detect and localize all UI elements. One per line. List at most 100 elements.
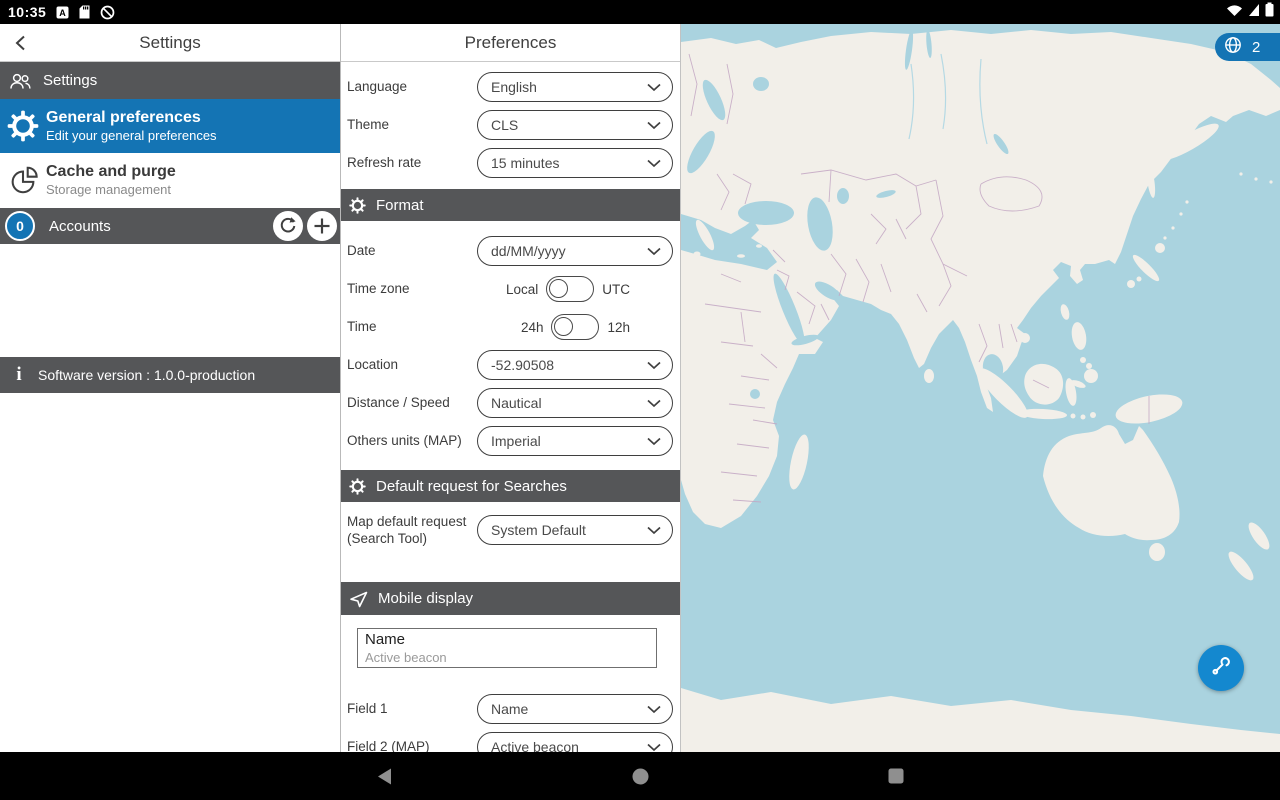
refresh-accounts-button[interactable] (273, 211, 303, 241)
distance-speed-label: Distance / Speed (347, 395, 477, 412)
gear-icon (349, 197, 366, 214)
layers-button[interactable]: 2 (1215, 33, 1280, 61)
preview-line1: Name (365, 631, 649, 650)
row-time-zone: Time zone Local UTC (341, 270, 680, 308)
theme-label: Theme (347, 117, 477, 134)
nav-back-button[interactable] (320, 768, 448, 785)
chevron-down-icon (647, 705, 661, 714)
chevron-down-icon (647, 83, 661, 92)
info-icon: i (0, 364, 38, 386)
settings-section-header: Settings (0, 62, 340, 99)
sidebar-item-general-preferences[interactable]: General preferences Edit your general pr… (0, 99, 340, 153)
app-window: Settings Settings (0, 24, 1280, 752)
nav-home-button[interactable] (576, 768, 704, 785)
sidebar-item-cache-and-purge[interactable]: Cache and purge Storage management (0, 153, 340, 207)
location-select[interactable]: -52.90508 (477, 350, 673, 380)
a-box-icon: A (56, 6, 69, 19)
distance-speed-value: Nautical (491, 395, 647, 411)
chevron-down-icon (647, 159, 661, 168)
add-account-button[interactable] (307, 211, 337, 241)
format-section-label: Format (376, 197, 424, 214)
item-subtitle: Storage management (46, 182, 176, 198)
time-zone-toggle[interactable] (546, 276, 594, 302)
globe-icon (1224, 36, 1242, 59)
other-units-label: Others units (MAP) (347, 433, 477, 450)
clock: 10:35 (8, 4, 46, 20)
refresh-rate-value: 15 minutes (491, 155, 647, 171)
preferences-title: Preferences (465, 33, 557, 53)
default-request-section-label: Default request for Searches (376, 478, 567, 495)
tools-fab[interactable] (1198, 645, 1244, 691)
row-theme: Theme CLS (341, 106, 680, 144)
do-not-disturb-icon (100, 5, 115, 20)
mobile-display-preview: Name Active beacon (357, 628, 657, 668)
field2-value: Active beacon (491, 739, 647, 752)
format-section-header: Format (341, 189, 680, 221)
software-version-bar: i Software version : 1.0.0-production (0, 357, 340, 393)
date-label: Date (347, 243, 477, 260)
row-map-default-request: Map default request (Search Tool) System… (341, 512, 680, 582)
language-value: English (491, 79, 647, 95)
layers-count: 2 (1252, 39, 1260, 56)
android-nav-bar (0, 752, 1280, 800)
settings-panel: Settings Settings (0, 24, 341, 752)
time-right-option: 12h (607, 320, 630, 335)
location-value: -52.90508 (491, 357, 647, 373)
map-tasmania (1149, 543, 1165, 561)
refresh-rate-select[interactable]: 15 minutes (477, 148, 673, 178)
mobile-display-section-label: Mobile display (378, 590, 473, 607)
time-format-toggle[interactable] (551, 314, 599, 340)
row-language: Language English (341, 68, 680, 106)
distance-speed-select[interactable]: Nautical (477, 388, 673, 418)
chevron-down-icon (647, 437, 661, 446)
language-select[interactable]: English (477, 72, 673, 102)
item-title: Cache and purge (46, 162, 176, 182)
refresh-rate-label: Refresh rate (347, 155, 477, 172)
status-bar: 10:35 A (0, 0, 1280, 24)
toggle-knob (549, 279, 568, 298)
nav-recents-button[interactable] (832, 768, 960, 785)
time-zone-left-option: Local (506, 282, 538, 297)
item-title: General preferences (46, 108, 217, 128)
mobile-display-section-header: Mobile display (341, 582, 680, 615)
sd-card-icon (79, 5, 90, 19)
preview-line2: Active beacon (365, 650, 649, 667)
field1-label: Field 1 (347, 701, 477, 718)
field2-select[interactable]: Active beacon (477, 732, 673, 752)
theme-value: CLS (491, 117, 647, 133)
settings-header: Settings (0, 24, 340, 62)
time-left-option: 24h (521, 320, 544, 335)
other-units-value: Imperial (491, 433, 647, 449)
field1-value: Name (491, 701, 647, 717)
wifi-icon (1226, 2, 1243, 22)
date-format-select[interactable]: dd/MM/yyyy (477, 236, 673, 266)
chevron-down-icon (647, 743, 661, 752)
wrench-icon (1209, 654, 1233, 683)
field1-select[interactable]: Name (477, 694, 673, 724)
language-label: Language (347, 79, 477, 96)
accounts-section-header: 0 Accounts (0, 208, 340, 244)
map[interactable]: 2 (681, 24, 1280, 752)
row-other-units: Others units (MAP) Imperial (341, 422, 680, 460)
item-subtitle: Edit your general preferences (46, 128, 217, 144)
row-location: Location -52.90508 (341, 346, 680, 384)
field2-label: Field 2 (MAP) (347, 739, 477, 752)
accounts-label: Accounts (49, 218, 111, 235)
row-time: Time 24h 12h (341, 308, 680, 346)
cell-signal-icon (1247, 2, 1261, 22)
time-label: Time (347, 319, 521, 336)
accounts-count-badge: 0 (5, 211, 35, 241)
date-format-value: dd/MM/yyyy (491, 243, 647, 259)
other-units-select[interactable]: Imperial (477, 426, 673, 456)
world-map (681, 24, 1280, 752)
back-button[interactable] (10, 32, 32, 54)
time-zone-right-option: UTC (602, 282, 630, 297)
preferences-header: Preferences (341, 24, 680, 62)
toggle-knob (554, 317, 573, 336)
chevron-down-icon (647, 526, 661, 535)
row-distance-speed: Distance / Speed Nautical (341, 384, 680, 422)
map-default-request-select[interactable]: System Default (477, 515, 673, 545)
theme-select[interactable]: CLS (477, 110, 673, 140)
row-field2: Field 2 (MAP) Active beacon (341, 728, 680, 752)
default-request-section-header: Default request for Searches (341, 470, 680, 502)
